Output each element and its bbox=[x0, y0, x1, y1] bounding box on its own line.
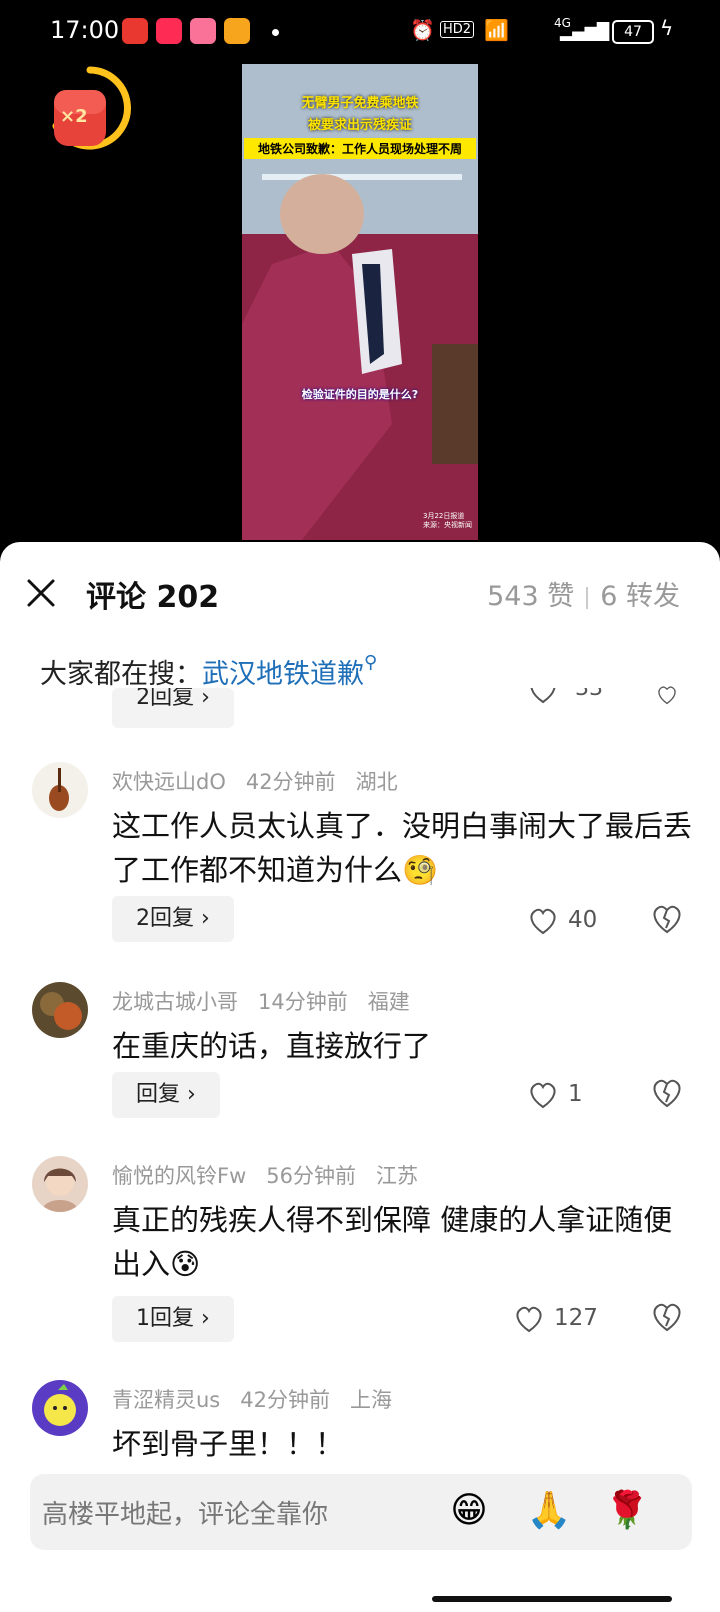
hd-indicator: HD2 bbox=[440, 21, 475, 38]
avatar[interactable] bbox=[32, 982, 88, 1038]
app-notification-icon bbox=[156, 18, 182, 44]
comments-title: 评论 202 bbox=[86, 580, 220, 615]
like-count: 40 bbox=[568, 907, 598, 933]
pray-emoji-button[interactable]: 🙏 bbox=[526, 1488, 572, 1534]
trending-search: 大家都在搜：武汉地铁道歉⚲ bbox=[40, 652, 377, 691]
reply-button[interactable]: 2回复 › bbox=[112, 896, 234, 942]
comment-username[interactable]: 青涩精灵us bbox=[112, 1388, 220, 1412]
video-subtitle: 检验证件的目的是什么? bbox=[301, 388, 419, 401]
reply-button[interactable]: 1回复 › bbox=[112, 1296, 234, 1342]
comment-item: 欢快远山dO 42分钟前 湖北 这工作人员太认真了．没明白事闹大了最后丢了工作都不知… bbox=[0, 762, 720, 962]
grin-emoji-button[interactable]: 😁 bbox=[446, 1488, 492, 1534]
comment-meta: 龙城古城小哥 14分钟前 福建 bbox=[112, 986, 430, 1016]
like-count: 33 bbox=[575, 688, 603, 701]
video-frame-illustration bbox=[242, 64, 478, 540]
comment-meta: 愉悦的风铃Fw 56分钟前 江苏 bbox=[112, 1160, 438, 1190]
likes-count: 543 赞 bbox=[487, 581, 575, 612]
video-footer-source: 来源：央视新闻 bbox=[423, 521, 472, 529]
avatar[interactable] bbox=[32, 1380, 88, 1436]
avatar[interactable] bbox=[32, 1156, 88, 1212]
comment-input[interactable]: 高楼平地起，评论全靠你 😁 🙏 🌹 bbox=[30, 1474, 692, 1550]
comment-text: 这工作人员太认真了．没明白事闹大了最后丢了工作都不知道为什么🧐 bbox=[112, 809, 693, 887]
search-icon[interactable]: ⚲ bbox=[364, 652, 377, 673]
video-player[interactable]: 无臂男子免费乘地铁 被要求出示残疾证 地铁公司致歉：工作人员现场处理不周 检验证… bbox=[242, 64, 478, 540]
comment-text: 在重庆的话，直接放行了 bbox=[112, 1029, 432, 1063]
video-footer: 3月22日报道 来源：央视新闻 bbox=[423, 512, 472, 530]
cartoon-avatar-icon bbox=[44, 1384, 76, 1426]
bilibili-notification-icon bbox=[190, 18, 216, 44]
comment-location: 福建 bbox=[367, 990, 410, 1014]
rose-emoji-button[interactable]: 🌹 bbox=[604, 1488, 650, 1534]
comment-username[interactable]: 欢快远山dO bbox=[112, 770, 226, 794]
comment-meta: 欢快远山dO 42分钟前 湖北 bbox=[112, 766, 418, 796]
avatar[interactable] bbox=[32, 762, 88, 818]
comment-time: 14分钟前 bbox=[258, 990, 348, 1014]
trending-search-link[interactable]: 武汉地铁道歉 bbox=[202, 659, 364, 690]
comment-sheet: 评论 202 543 赞6 转发 大家都在搜：武汉地铁道歉⚲ 2回复 › 33 … bbox=[0, 542, 720, 1612]
comment-location: 湖北 bbox=[355, 770, 398, 794]
status-time: 17:00 bbox=[50, 16, 120, 44]
comment-meta: 青涩精灵us 42分钟前 上海 bbox=[112, 1384, 412, 1414]
home-indicator[interactable] bbox=[432, 1596, 672, 1602]
alarm-icon: ⏰ bbox=[410, 18, 435, 42]
stats-divider bbox=[586, 586, 589, 609]
close-icon[interactable] bbox=[26, 578, 56, 608]
wifi-icon: 📶 bbox=[484, 18, 509, 42]
comment-item: 青涩精灵us 42分钟前 上海 坏到骨子里！！！ bbox=[0, 1380, 720, 1480]
like-count: 127 bbox=[554, 1305, 598, 1331]
charging-icon: ϟ bbox=[660, 16, 674, 40]
comment-time: 42分钟前 bbox=[240, 1388, 330, 1412]
reply-button[interactable]: 2回复 › bbox=[112, 688, 234, 728]
comment-time: 42分钟前 bbox=[245, 770, 336, 794]
dislike-icon[interactable] bbox=[650, 1300, 684, 1334]
comment-text: 真正的残疾人得不到保障 健康的人拿证随便出入😰 bbox=[112, 1203, 673, 1281]
violin-avatar-icon bbox=[49, 768, 69, 811]
heart-icon bbox=[516, 1306, 542, 1332]
video-caption-line1: 无臂男子免费乘地铁 bbox=[301, 96, 419, 111]
status-bar: 17:00 ⏰ HD2 📶 4G ▂▄▆█ 47 ϟ bbox=[0, 0, 720, 64]
signal-icon: ▂▄▆█ bbox=[560, 22, 610, 41]
battery-indicator: 47 bbox=[612, 20, 654, 44]
like-button[interactable]: 33 bbox=[528, 688, 603, 706]
like-count: 1 bbox=[568, 1081, 583, 1107]
comment-username[interactable]: 愉悦的风铃Fw bbox=[112, 1164, 246, 1188]
reply-button[interactable]: 回复 › bbox=[112, 1072, 220, 1118]
video-caption-line3: 地铁公司致歉：工作人员现场处理不周 bbox=[244, 138, 476, 159]
shares-count: 6 转发 bbox=[600, 581, 680, 612]
heart-icon bbox=[530, 908, 556, 934]
photo-avatar-icon bbox=[40, 992, 82, 1030]
reward-badge[interactable]: ×2 bbox=[48, 66, 132, 150]
video-caption-line2: 被要求出示残疾证 bbox=[307, 118, 412, 133]
comment-time: 56分钟前 bbox=[266, 1164, 356, 1188]
app-notification-icon bbox=[122, 18, 148, 44]
portrait-avatar-icon bbox=[42, 1168, 78, 1212]
like-button[interactable]: 127 bbox=[514, 1298, 598, 1338]
like-button[interactable]: 1 bbox=[528, 1074, 583, 1114]
heart-icon bbox=[530, 688, 556, 704]
comment-location: 江苏 bbox=[376, 1164, 418, 1188]
reward-multiplier: ×2 bbox=[60, 106, 88, 127]
more-notifications-icon bbox=[272, 29, 279, 36]
comment-location: 上海 bbox=[350, 1388, 392, 1412]
like-button[interactable]: 40 bbox=[528, 900, 597, 940]
comment-item: 龙城古城小哥 14分钟前 福建 在重庆的话，直接放行了 回复 › bbox=[0, 982, 720, 1142]
comment-input-placeholder: 高楼平地起，评论全靠你 bbox=[42, 1500, 329, 1530]
dislike-icon[interactable] bbox=[650, 1076, 684, 1110]
video-footer-date: 3月22日报道 bbox=[423, 512, 465, 520]
comment-item: 愉悦的风铃Fw 56分钟前 江苏 真正的残疾人得不到保障 健康的人拿证随便出入😰 1… bbox=[0, 1156, 720, 1356]
comment-text: 坏到骨子里！！！ bbox=[112, 1427, 345, 1461]
heart-icon bbox=[530, 1082, 556, 1108]
trending-search-label: 大家都在搜： bbox=[40, 659, 202, 690]
dislike-icon[interactable] bbox=[650, 684, 684, 706]
comment-username[interactable]: 龙城古城小哥 bbox=[112, 990, 238, 1014]
dislike-icon[interactable] bbox=[650, 902, 684, 936]
post-stats: 543 赞 6 转发 bbox=[487, 574, 680, 613]
weibo-notification-icon bbox=[224, 18, 250, 44]
